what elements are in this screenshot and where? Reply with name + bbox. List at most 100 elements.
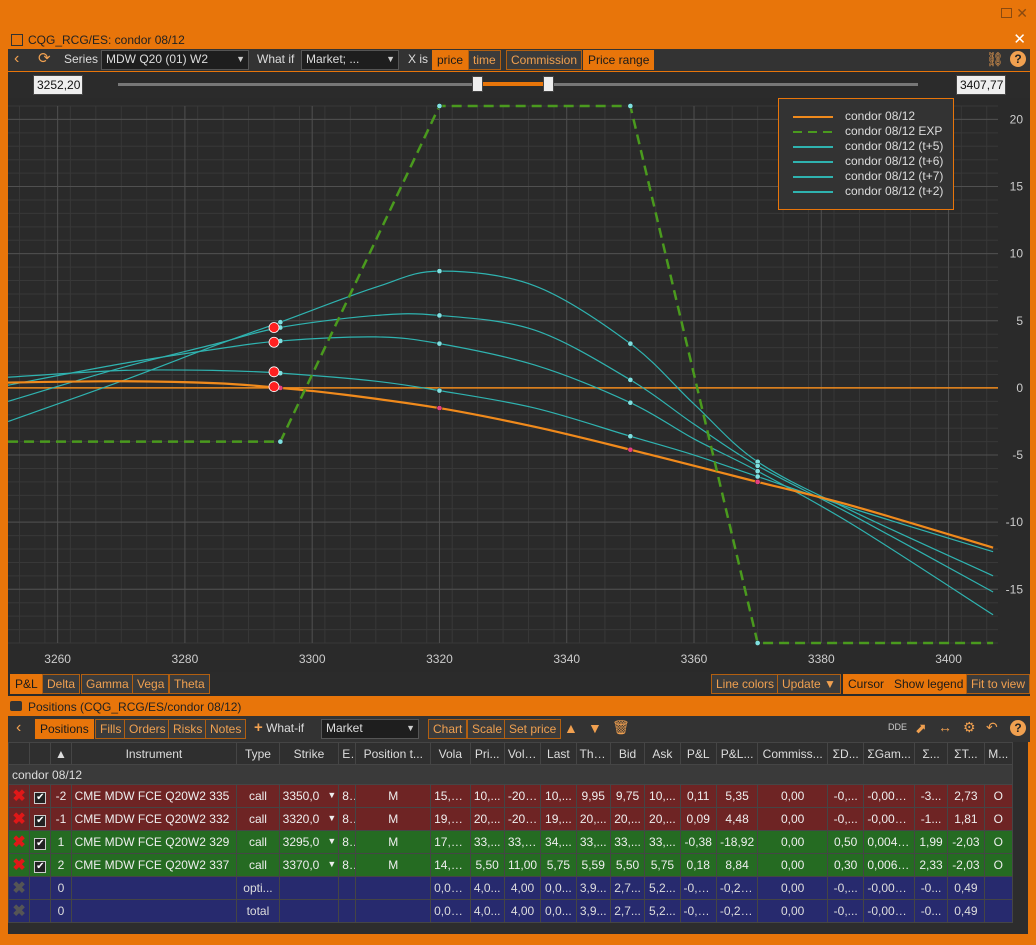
table-cell[interactable]: 5,50 xyxy=(469,853,505,877)
whatif-select[interactable]: Market; ... ▼ xyxy=(301,50,399,70)
column-header[interactable]: ΣD... xyxy=(826,742,865,765)
table-cell[interactable]: 2,7... xyxy=(609,899,646,923)
table-cell[interactable] xyxy=(983,899,1014,923)
table-cell[interactable]: CME MDW FCE Q20W2 337 xyxy=(70,853,238,877)
back-icon[interactable]: ‹ xyxy=(10,50,23,70)
remove-icon[interactable]: ✖ xyxy=(7,807,31,831)
table-cell[interactable]: -0,004... xyxy=(863,807,915,831)
table-cell[interactable]: 33,... xyxy=(575,830,611,854)
table-cell[interactable]: -2,03 xyxy=(947,853,985,877)
table-cell[interactable]: 0,0064... xyxy=(863,853,915,877)
table-cell[interactable]: -0... xyxy=(913,899,949,923)
table-cell[interactable]: 11,00 xyxy=(503,853,542,877)
column-header[interactable]: Position t... xyxy=(355,742,432,765)
table-cell[interactable]: 8... xyxy=(338,784,357,808)
table-cell[interactable]: 9,95 xyxy=(575,784,611,808)
table-cell[interactable]: 2,73 xyxy=(947,784,985,808)
legend-item[interactable]: condor 08/12 EXP xyxy=(793,124,953,139)
fit-to-view-button[interactable]: Fit to view xyxy=(966,674,1031,694)
checkbox[interactable]: ✔ xyxy=(29,807,52,831)
column-header[interactable]: Type xyxy=(236,742,280,765)
table-cell[interactable] xyxy=(355,876,432,900)
remove-icon[interactable]: ✖ xyxy=(7,899,31,923)
range-handle-left[interactable] xyxy=(472,76,483,92)
table-cell[interactable]: 19,0... xyxy=(430,807,471,831)
column-header[interactable]: M... xyxy=(983,742,1014,765)
tab-pnl[interactable]: P&L xyxy=(10,674,43,694)
undo-icon[interactable]: ↶ xyxy=(986,719,998,736)
table-cell[interactable]: -20,00 xyxy=(503,784,542,808)
table-cell[interactable]: 8... xyxy=(338,807,357,831)
column-header[interactable]: Pri... xyxy=(469,742,505,765)
range-max-field[interactable]: 3407,77 xyxy=(956,75,1006,95)
tab-delta[interactable]: Delta xyxy=(42,674,81,694)
column-header[interactable]: E. xyxy=(338,742,357,765)
table-cell[interactable]: 4,00 xyxy=(503,899,542,923)
tab-orders[interactable]: Orders xyxy=(124,719,171,739)
column-header[interactable]: Theo xyxy=(575,742,611,765)
table-cell[interactable]: -0,001... xyxy=(863,876,915,900)
whatif-add-button[interactable]: + What-if xyxy=(250,719,308,739)
table-cell[interactable]: 5,50 xyxy=(609,853,646,877)
table-cell[interactable]: -0,001... xyxy=(863,899,915,923)
table-cell[interactable] xyxy=(278,876,340,900)
sort-icon[interactable]: ▲ xyxy=(50,742,72,765)
table-cell[interactable]: 33,... xyxy=(609,830,646,854)
qty-cell[interactable]: 0 xyxy=(50,899,72,923)
table-cell[interactable]: opti... xyxy=(236,876,280,900)
legend-item[interactable]: condor 08/12 (t+6) xyxy=(793,154,953,169)
table-cell[interactable]: 14,5... xyxy=(430,853,471,877)
trash-icon[interactable]: 🗑 xyxy=(612,719,630,736)
group-row[interactable]: condor 08/12 xyxy=(8,764,1013,785)
table-cell[interactable]: 20,... xyxy=(644,807,681,831)
table-cell[interactable]: 0,11 xyxy=(679,784,717,808)
table-cell[interactable]: -0,... xyxy=(826,807,865,831)
column-header[interactable]: Last xyxy=(540,742,577,765)
table-cell[interactable]: 0,00... xyxy=(430,876,471,900)
qty-cell[interactable]: 1 xyxy=(50,830,72,854)
table-cell[interactable] xyxy=(70,876,238,900)
x-price-button[interactable]: price xyxy=(432,50,469,70)
arrow-down-icon[interactable]: ▼ xyxy=(588,720,602,736)
chart-button[interactable]: Chart xyxy=(428,719,468,739)
table-cell[interactable]: 1,99 xyxy=(913,830,949,854)
range-handle-right[interactable] xyxy=(543,76,554,92)
qty-cell[interactable]: 0 xyxy=(50,876,72,900)
table-cell[interactable]: -0,008... xyxy=(863,784,915,808)
x-time-button[interactable]: time xyxy=(468,50,501,70)
table-cell[interactable]: 0,00 xyxy=(757,807,828,831)
table-cell[interactable]: M xyxy=(355,784,432,808)
table-cell[interactable]: O xyxy=(983,807,1014,831)
table-cell[interactable]: -0,38 xyxy=(679,830,717,854)
table-cell[interactable]: 33,... xyxy=(644,830,681,854)
table-cell[interactable]: 0,00 xyxy=(757,830,828,854)
table-cell[interactable]: 0,0047... xyxy=(863,830,915,854)
remove-icon[interactable]: ✖ xyxy=(7,830,31,854)
table-cell[interactable]: 20,... xyxy=(469,807,505,831)
tab-gamma[interactable]: Gamma xyxy=(81,674,134,694)
table-cell[interactable]: 33,50 xyxy=(503,830,542,854)
table-cell[interactable]: 20,... xyxy=(609,807,646,831)
table-cell[interactable]: 15,0... xyxy=(430,784,471,808)
strike-cell[interactable]: 3370,0 ▼ xyxy=(278,853,340,877)
table-cell[interactable]: 0,18 xyxy=(679,853,717,877)
remove-icon[interactable]: ✖ xyxy=(7,876,31,900)
scale-button[interactable]: Scale xyxy=(467,719,508,739)
qty-cell[interactable]: 2 xyxy=(50,853,72,877)
table-cell[interactable]: 33,... xyxy=(469,830,505,854)
qty-cell[interactable]: -2 xyxy=(50,784,72,808)
table-cell[interactable]: 34,... xyxy=(540,830,577,854)
table-cell[interactable]: 10,... xyxy=(540,784,577,808)
table-row[interactable]: ✖✔-1CME MDW FCE Q20W2 332call3320,0 ▼8...… xyxy=(7,807,1014,831)
table-cell[interactable]: 10,... xyxy=(644,784,681,808)
table-cell[interactable]: 4,00 xyxy=(503,876,542,900)
table-row[interactable]: ✖✔-2CME MDW FCE Q20W2 335call3350,0 ▼8...… xyxy=(7,784,1014,808)
line-colors-button[interactable]: Line colors xyxy=(711,674,780,694)
strike-cell[interactable]: 3350,0 ▼ xyxy=(278,784,340,808)
table-row[interactable]: ✖✔2CME MDW FCE Q20W2 337call3370,0 ▼8...M… xyxy=(7,853,1014,877)
legend-item[interactable]: condor 08/12 (t+7) xyxy=(793,169,953,184)
tab-fills[interactable]: Fills xyxy=(95,719,127,739)
table-cell[interactable]: 5,75 xyxy=(644,853,681,877)
checkbox[interactable]: ✔ xyxy=(29,830,52,854)
back-icon[interactable]: ‹ xyxy=(12,719,25,739)
